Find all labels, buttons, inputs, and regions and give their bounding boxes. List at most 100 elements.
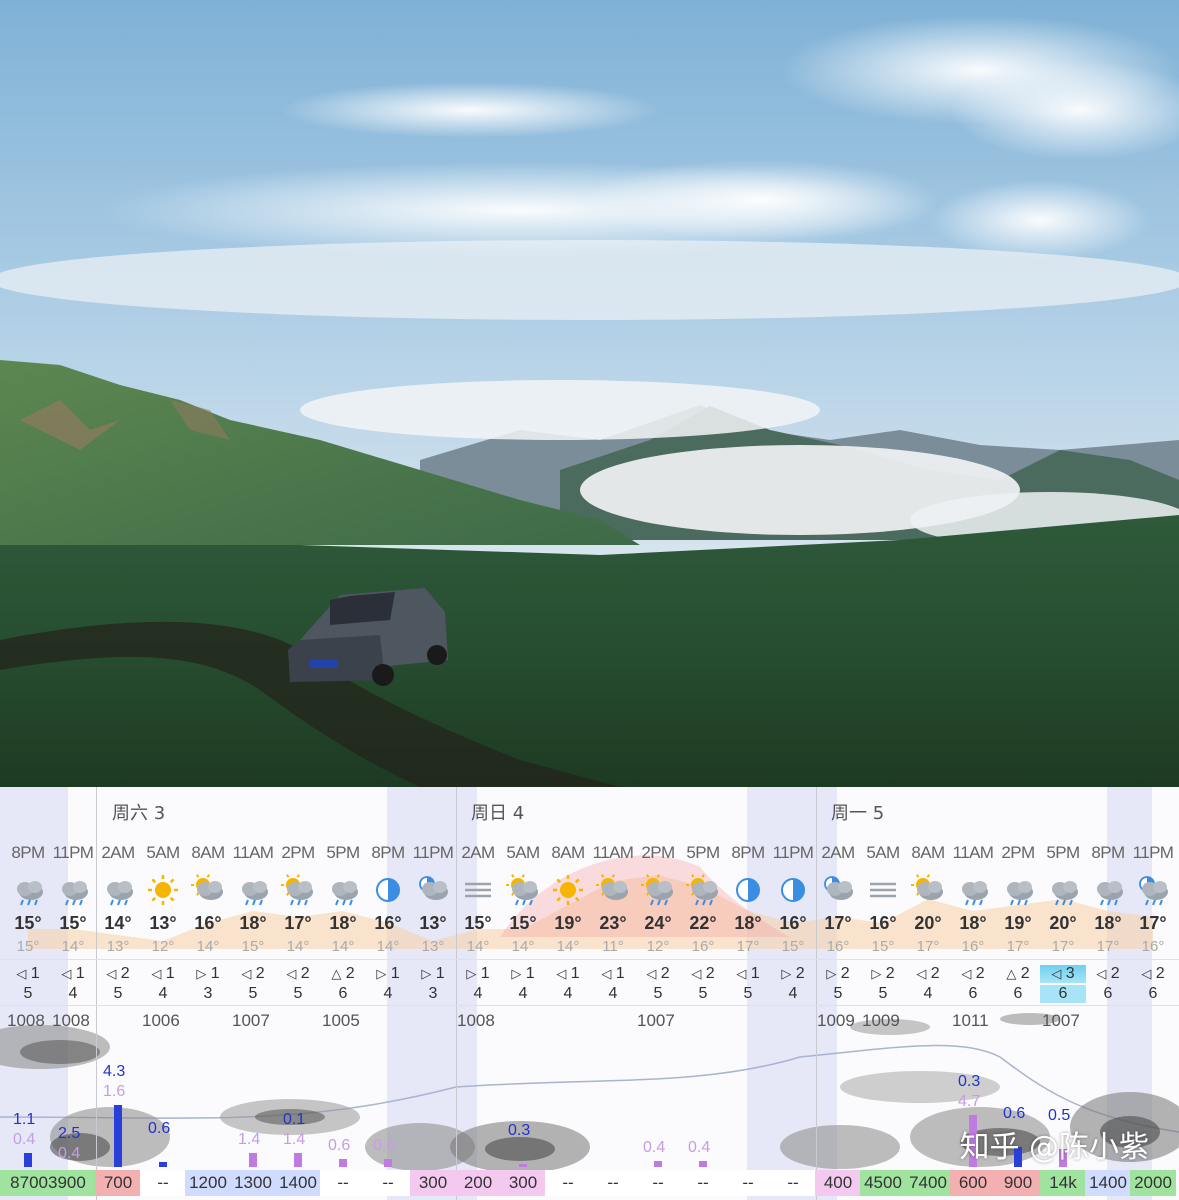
hour-label: 11PM	[772, 843, 814, 862]
wind-speed-value: 3	[203, 985, 213, 1002]
rain-cloud-icon[interactable]	[230, 873, 276, 907]
sun-cloud-icon[interactable]	[590, 873, 636, 907]
wind-speed-value: 4	[383, 985, 393, 1002]
temperature-value: 16°	[194, 913, 222, 933]
pressure-value: 1008	[7, 1011, 45, 1030]
wind-speed-value: 5	[293, 985, 303, 1002]
pressure-value: 1006	[142, 1011, 180, 1030]
rain-cloud-icon[interactable]	[320, 873, 366, 907]
wind-force: △ 2	[995, 965, 1041, 983]
rain-cloud-icon[interactable]	[950, 873, 996, 907]
pressure-value: 1009	[862, 1011, 900, 1030]
wind-speed-value: 5	[878, 985, 888, 1002]
wind-direction-icon: ▷	[826, 966, 837, 981]
wind-force-value: 1	[476, 965, 490, 982]
sun-cloud-icon[interactable]	[905, 873, 951, 907]
hour-label: 11PM	[52, 843, 94, 862]
feels-like-value: 16°	[691, 938, 715, 955]
rain-probability-value: 0.4	[13, 1131, 36, 1148]
precip-blob	[20, 1040, 100, 1064]
wind-direction-icon: ▷	[781, 966, 792, 981]
rain-bar	[24, 1153, 32, 1167]
wind-force-value: 2	[881, 965, 895, 982]
wind-speed-value: 6	[1103, 985, 1113, 1002]
rain-bar	[339, 1159, 347, 1167]
wind-direction-icon: ◁	[106, 966, 117, 981]
wind-speed-value: 5	[653, 985, 663, 1002]
sun-icon[interactable]	[140, 873, 186, 907]
rain-cloud-icon[interactable]	[1085, 873, 1131, 907]
weather-forecast-panel: 周六 3 周日 4 周一 5 8PM 15° 15° ◁ 1 5 11PM 15° 14° ◁ …	[0, 787, 1179, 1200]
temperature-value: 18°	[239, 913, 267, 933]
wind-force: ◁ 2	[680, 965, 726, 983]
feels-like-value: 14°	[61, 938, 85, 955]
sun-icon[interactable]	[545, 873, 591, 907]
moon-rain-icon[interactable]	[1130, 873, 1176, 907]
wind-speed-value: 4	[608, 985, 618, 1002]
rain-cloud-icon[interactable]	[5, 873, 51, 907]
rain-bar	[114, 1105, 122, 1167]
wind-direction-icon: ◁	[736, 966, 747, 981]
rain-probability-value: 1.4	[238, 1131, 261, 1148]
day-header-mon[interactable]: 周一 5	[831, 799, 884, 825]
sun-rain-icon[interactable]	[635, 873, 681, 907]
hour-label: 5PM	[326, 843, 360, 862]
temperature-value: 17°	[824, 913, 852, 933]
temperature-value: 20°	[1049, 913, 1077, 933]
hour-label: 5PM	[1046, 843, 1080, 862]
moon-half-icon[interactable]	[365, 873, 411, 907]
temperature-value: 18°	[1094, 913, 1122, 933]
wind-speed-value: 4	[518, 985, 528, 1002]
wind-force: ◁ 2	[230, 965, 276, 983]
feels-like-value: 14°	[196, 938, 220, 955]
wind-speed-value: 5	[248, 985, 258, 1002]
sun-rain-icon[interactable]	[275, 873, 321, 907]
hour-label: 2PM	[1001, 843, 1035, 862]
rain-amount-value: 0.1	[283, 1111, 306, 1128]
wind-direction-icon: ◁	[16, 966, 27, 981]
sun-cloud-icon[interactable]	[185, 873, 231, 907]
rain-cloud-icon[interactable]	[1040, 873, 1086, 907]
sun-rain-icon[interactable]	[500, 873, 546, 907]
visibility-value: 900	[995, 1170, 1041, 1196]
sun-rain-icon[interactable]	[680, 873, 726, 907]
feels-like-value: 17°	[1051, 938, 1075, 955]
rain-probability-value: 0.4	[58, 1145, 81, 1162]
temperature-value: 20°	[914, 913, 942, 933]
wind-speed-value: 5	[23, 985, 33, 1002]
moon-half-icon[interactable]	[725, 873, 771, 907]
rain-amount-value: 0.3	[508, 1122, 531, 1139]
temperature-value: 15°	[59, 913, 87, 933]
fog-icon[interactable]	[455, 873, 501, 907]
moon-half-icon[interactable]	[770, 873, 816, 907]
day-header-sat[interactable]: 周六 3	[112, 799, 165, 825]
fog-icon[interactable]	[860, 873, 906, 907]
moon-cloud-icon[interactable]	[815, 873, 861, 907]
wind-force-value: 1	[206, 965, 220, 982]
wind-force-value: 2	[251, 965, 265, 982]
rain-cloud-icon[interactable]	[995, 873, 1041, 907]
wind-force: ▷ 1	[455, 965, 501, 983]
feels-like-value: 16°	[961, 938, 985, 955]
hour-label: 8PM	[1091, 843, 1125, 862]
temperature-value: 22°	[689, 913, 717, 933]
moon-cloud-icon[interactable]	[410, 873, 456, 907]
rain-cloud-icon[interactable]	[50, 873, 96, 907]
wind-force-value: 2	[1151, 965, 1165, 982]
wind-force: △ 2	[320, 965, 366, 983]
row-divider	[0, 959, 1179, 960]
hour-label: 8PM	[11, 843, 45, 862]
rain-bar	[699, 1161, 707, 1167]
hour-label: 8AM	[551, 843, 585, 862]
feels-like-value: 13°	[106, 938, 130, 955]
feels-like-value: 15°	[241, 938, 265, 955]
rain-cloud-icon[interactable]	[95, 873, 141, 907]
temperature-value: 13°	[419, 913, 447, 933]
day-header-sun[interactable]: 周日 4	[471, 799, 524, 825]
wind-force: ◁ 2	[275, 965, 321, 983]
wind-force-value: 2	[341, 965, 355, 982]
visibility-value: 2000	[1130, 1170, 1176, 1196]
temperature-value: 15°	[464, 913, 492, 933]
wind-force-value: 2	[971, 965, 985, 982]
rain-probability-value: 0.4	[688, 1139, 711, 1156]
